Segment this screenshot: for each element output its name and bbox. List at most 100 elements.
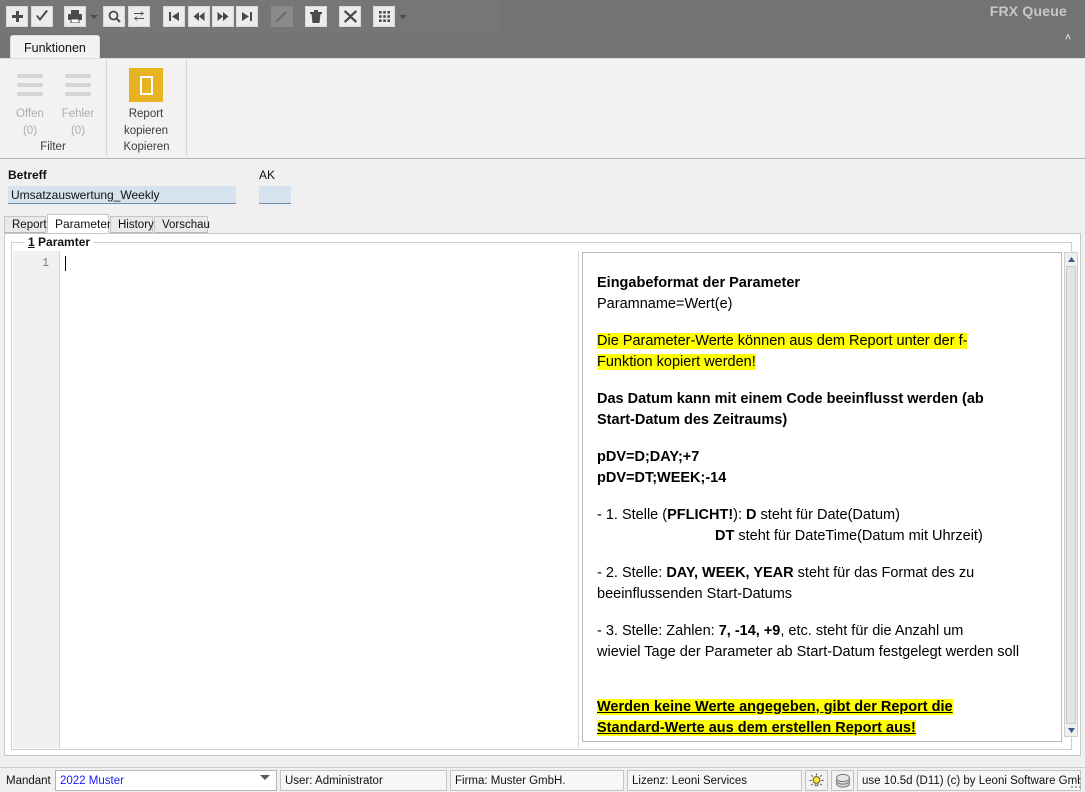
ribbon-collapse-chevron-up-icon[interactable]: ˄ xyxy=(1059,30,1077,46)
help-highlight-1b: Funktion kopiert werden! xyxy=(597,354,756,370)
cancel-button[interactable] xyxy=(339,6,361,27)
parameter-groupbox-title-text: Paramter xyxy=(34,235,91,249)
ribbon-tab-funktionen[interactable]: Funktionen xyxy=(10,35,100,60)
edit-button xyxy=(271,6,293,27)
parameter-panel: 1 Paramter 1 Eingabeformat der Parameter… xyxy=(4,233,1081,756)
line-number: 1 xyxy=(42,257,49,270)
statusbar-lizenz: Lizenz: Leoni Services xyxy=(627,770,802,791)
pencil-icon xyxy=(275,11,287,23)
check-icon xyxy=(36,10,48,21)
parameter-help-text: Eingabeformat der Parameter Paramname=We… xyxy=(583,253,1061,741)
prev-record-button[interactable] xyxy=(188,6,210,27)
help-heading-2b: Start-Datum des Zeitraums) xyxy=(597,412,788,428)
help-code-1: pDV=D;DAY;+7 xyxy=(597,449,700,465)
help-code-2: pDV=DT;WEEK;-14 xyxy=(597,470,727,486)
statusbar-version: use 10.5d (D11) (c) by Leoni Software Gm… xyxy=(857,770,1081,791)
help-rule-2-line2: beeinflussenden Start-Datums xyxy=(597,586,793,602)
scroll-down-arrow-icon[interactable] xyxy=(1065,724,1077,736)
ribbon-group-kopieren: Report kopieren Kopieren xyxy=(107,59,187,155)
coins-stack-icon xyxy=(835,773,850,788)
ribbon-button-fehler[interactable]: Fehler (0) xyxy=(50,66,106,138)
statusbar: Mandant 2022 Muster User: Administrator … xyxy=(0,767,1085,792)
help-rule-3-post: , etc. steht für die Anzahl um xyxy=(780,623,964,639)
confirm-button[interactable] xyxy=(31,6,53,27)
refresh-icon xyxy=(134,10,144,22)
tab-report[interactable]: Report xyxy=(4,216,47,233)
grid-options-chevron-down-icon[interactable] xyxy=(399,13,408,21)
resize-grip[interactable] xyxy=(1069,776,1083,790)
list-icon xyxy=(11,66,49,104)
help-rule-1-bold-pflicht: PFLICHT! xyxy=(667,507,734,523)
content-tabstrip: Report Parameter History Vorschau xyxy=(0,214,1085,233)
delete-button[interactable] xyxy=(305,6,327,27)
ribbon-button-offen-count: (0) xyxy=(22,125,38,137)
frx-queue-window: FRX Queue Funktionen ˄ Offen (0) Fehler … xyxy=(0,0,1085,792)
parameter-groupbox-title: 1 Paramter xyxy=(24,235,95,249)
statusbar-firma: Firma: Muster GmbH. xyxy=(450,770,624,791)
parameter-editor[interactable]: 1 xyxy=(13,251,579,748)
ribbon-button-fehler-label: Fehler xyxy=(61,108,95,120)
ak-input[interactable] xyxy=(259,186,291,204)
help-rule-3-line2: wieviel Tage der Parameter ab Start-Datu… xyxy=(597,644,1020,660)
search-button[interactable] xyxy=(103,6,125,27)
first-record-button[interactable] xyxy=(163,6,185,27)
parameter-count: 1 xyxy=(28,235,35,249)
scroll-up-arrow-icon[interactable] xyxy=(1065,253,1077,265)
betreff-input[interactable] xyxy=(8,186,236,204)
first-record-icon xyxy=(169,12,179,21)
help-heading-2a: Das Datum kann mit einem Code beeinfluss… xyxy=(597,391,984,407)
help-rule-3-pre: - 3. Stelle: Zahlen: xyxy=(597,623,719,639)
main-toolbar: FRX Queue xyxy=(0,0,1085,33)
ribbon-tabstrip: Funktionen xyxy=(0,33,1085,60)
cross-icon xyxy=(343,10,357,23)
help-rule-1-mid: ): xyxy=(733,507,747,523)
help-line-1: Paramname=Wert(e) xyxy=(597,296,733,312)
ribbon-group-filter-label: Filter xyxy=(40,141,66,153)
copy-report-icon xyxy=(127,66,165,104)
print-options-chevron-down-icon[interactable] xyxy=(90,13,99,21)
help-rule-1-bold-d: D xyxy=(746,507,757,523)
help-rule-1-pre: - 1. Stelle ( xyxy=(597,507,668,523)
tab-history[interactable]: History xyxy=(110,216,154,233)
parameter-help-panel: Eingabeformat der Parameter Paramname=We… xyxy=(582,252,1062,742)
help-rule-1b-post: steht für DateTime(Datum mit Uhrzeit) xyxy=(734,528,983,544)
ribbon-button-report-kopieren-label-2: kopieren xyxy=(123,125,169,137)
hint-lightbulb-icon xyxy=(809,773,824,787)
mandant-select-value: 2022 Muster xyxy=(60,774,124,787)
tab-vorschau[interactable]: Vorschau xyxy=(154,216,210,233)
help-final-b: Standard-Werte aus dem erstellen Report … xyxy=(597,720,916,736)
ak-label: AK xyxy=(259,168,276,182)
parameter-panel-vertical-scrollbar[interactable] xyxy=(1064,252,1078,737)
help-rule-2-pre: - 2. Stelle: xyxy=(597,565,667,581)
help-rule-1b-bold-dt: DT xyxy=(715,528,735,544)
hint-lightbulb-button[interactable] xyxy=(805,770,828,791)
help-rule-2-post: steht für das Format des zu xyxy=(793,565,975,581)
magnifier-icon xyxy=(108,10,121,23)
ribbon-button-offen-label: Offen xyxy=(16,108,44,120)
refresh-button[interactable] xyxy=(128,6,150,27)
statusbar-user: User: Administrator xyxy=(280,770,447,791)
mandant-select[interactable]: 2022 Muster xyxy=(55,770,277,791)
add-button[interactable] xyxy=(6,6,28,27)
ribbon: Offen (0) Fehler (0) Filter Report kopie… xyxy=(0,58,1085,158)
next-record-icon xyxy=(217,12,229,21)
tab-parameter[interactable]: Parameter xyxy=(47,214,111,233)
editor-code-area[interactable] xyxy=(60,251,578,748)
parameter-groupbox: 1 Paramter 1 Eingabeformat der Parameter… xyxy=(11,235,1072,750)
printer-icon xyxy=(68,10,82,23)
print-button[interactable] xyxy=(64,6,86,27)
trash-icon xyxy=(310,10,322,23)
grid-view-button[interactable] xyxy=(373,6,395,27)
ribbon-button-fehler-count: (0) xyxy=(70,125,86,137)
next-record-button[interactable] xyxy=(212,6,234,27)
help-rule-3-bold: 7, -14, +9 xyxy=(718,623,781,639)
statusbar-mandant-label: Mandant xyxy=(6,774,51,787)
app-title: FRX Queue xyxy=(989,3,1067,19)
ribbon-group-filter: Offen (0) Fehler (0) Filter xyxy=(0,59,107,155)
scrollbar-thumb[interactable] xyxy=(1066,266,1076,724)
betreff-label: Betreff xyxy=(8,168,47,182)
ribbon-button-report-kopieren[interactable]: Report kopieren xyxy=(118,66,174,138)
coins-stack-button[interactable] xyxy=(831,770,854,791)
last-record-button[interactable] xyxy=(236,6,258,27)
list-icon xyxy=(59,66,97,104)
